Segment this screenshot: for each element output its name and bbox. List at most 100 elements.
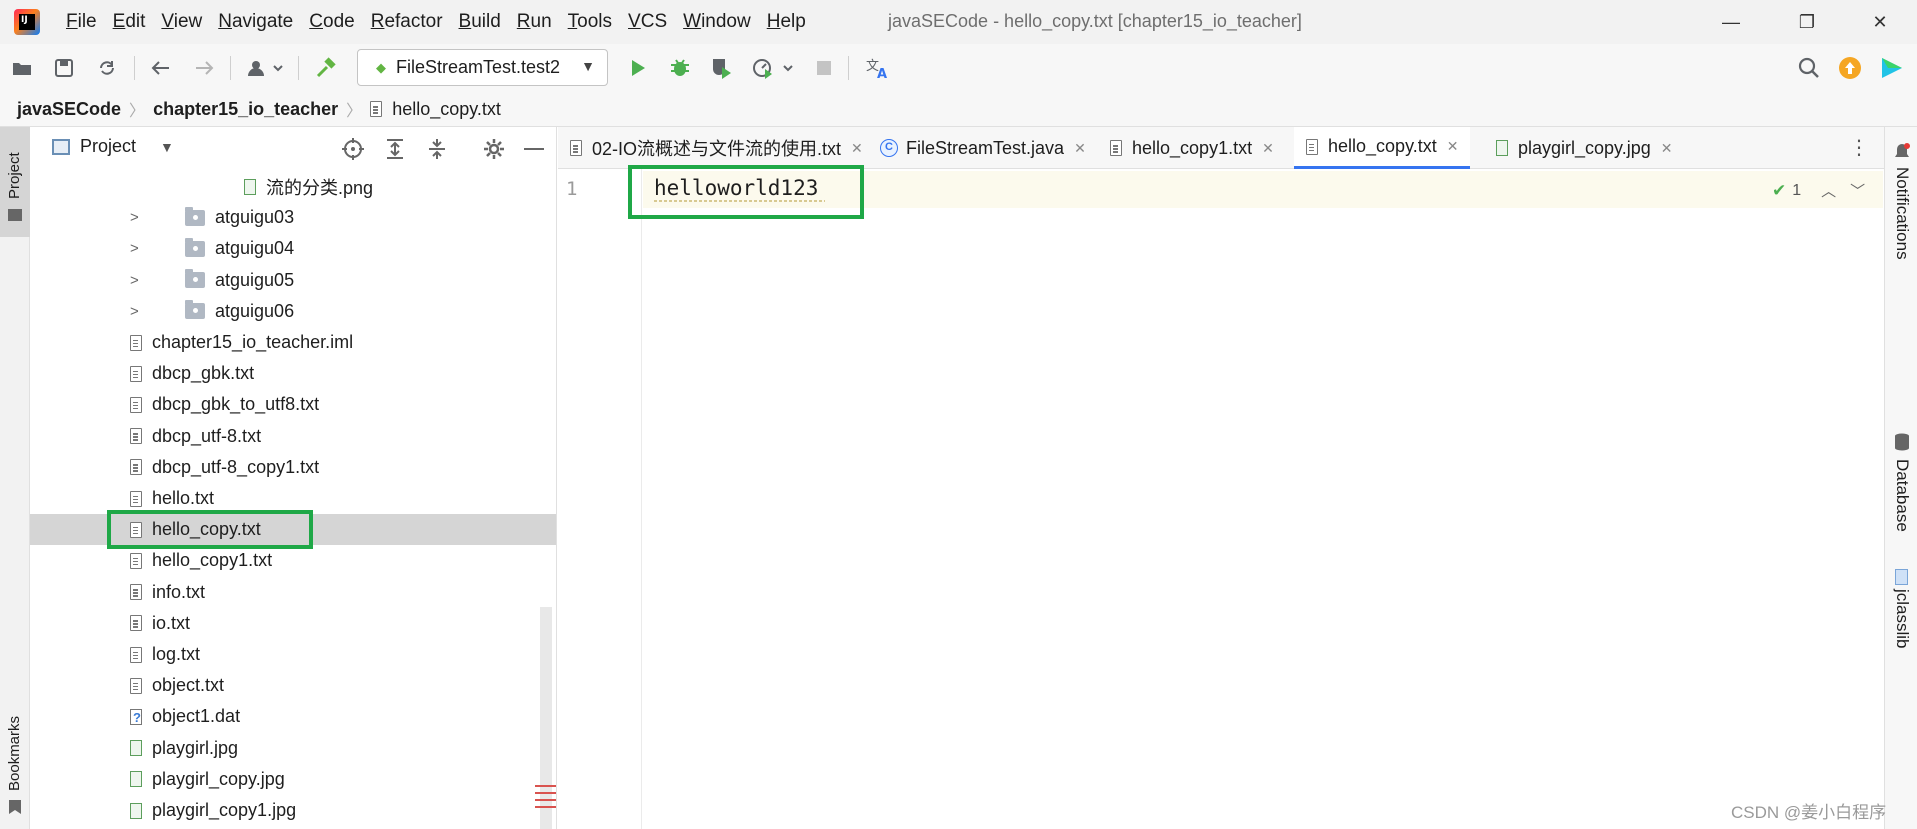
tree-item[interactable]: object1.dat <box>30 701 556 732</box>
editor-tab[interactable]: hello_copy1.txt ✕ <box>1110 127 1274 169</box>
folder-icon <box>8 209 22 221</box>
tree-item[interactable]: object.txt <box>30 670 556 701</box>
close-tab-icon[interactable]: ✕ <box>1447 138 1459 155</box>
chevron-right-icon[interactable]: > <box>130 272 139 289</box>
save-icon[interactable] <box>50 54 78 82</box>
close-tab-icon[interactable]: ✕ <box>1661 140 1673 157</box>
forward-icon[interactable] <box>190 54 218 82</box>
more-vertical-icon[interactable]: ⋮ <box>1849 138 1869 158</box>
tree-item[interactable]: dbcp_gbk.txt <box>30 358 556 389</box>
tree-item[interactable]: dbcp_gbk_to_utf8.txt <box>30 389 556 420</box>
text-file-icon <box>130 646 142 663</box>
editor-tab[interactable]: playgirl_copy.jpg ✕ <box>1496 127 1672 169</box>
editor-tab[interactable]: C FileStreamTest.java ✕ <box>880 127 1086 169</box>
menu-window[interactable]: Window <box>683 11 751 33</box>
tree-item[interactable]: chapter15_io_teacher.iml <box>30 327 556 358</box>
tree-item[interactable]: dbcp_utf-8_copy1.txt <box>30 452 556 483</box>
chevron-down-icon: ▼ <box>581 58 595 74</box>
folder-icon <box>185 300 205 320</box>
editor-tab[interactable]: 02-IO流概述与文件流的使用.txt ✕ <box>570 127 863 169</box>
chevron-up-icon[interactable]: ︿ <box>1821 180 1836 201</box>
minimize-button[interactable]: — <box>1701 6 1761 38</box>
inspection-widget[interactable]: ✔ 1 ︿ ﹀ <box>1772 180 1865 201</box>
database-label[interactable]: Database <box>1892 459 1912 532</box>
notifications-tool-button[interactable]: Notifications <box>1885 137 1917 307</box>
image-file-icon <box>244 178 256 195</box>
chevron-right-icon[interactable]: > <box>130 303 139 320</box>
bookmarks-tool-button[interactable]: Bookmarks <box>0 697 30 829</box>
project-panel-header: Project ▼ <box>30 127 556 169</box>
text-file-icon <box>130 459 142 476</box>
tree-item[interactable]: playgirl_copy.jpg <box>30 764 556 795</box>
tree-item[interactable]: hello_copy1.txt <box>30 545 556 576</box>
close-tab-icon[interactable]: ✕ <box>851 140 863 157</box>
tree-item[interactable]: > atguigu04 <box>30 233 556 264</box>
locate-icon[interactable] <box>341 137 365 161</box>
collapse-all-icon[interactable] <box>425 137 449 161</box>
build-icon[interactable] <box>312 54 340 82</box>
menu-navigate[interactable]: Navigate <box>218 11 293 33</box>
menu-tools[interactable]: Tools <box>568 11 612 33</box>
chevron-right-icon: 〉 <box>346 103 363 120</box>
close-tab-icon[interactable]: ✕ <box>1262 140 1274 157</box>
breadcrumb: javaSECode 〉 chapter15_io_teacher 〉 hell… <box>0 92 1917 127</box>
menu-build[interactable]: Build <box>459 11 501 33</box>
stop-icon[interactable] <box>810 54 838 82</box>
profile-icon[interactable] <box>750 54 798 82</box>
expand-all-icon[interactable] <box>383 137 407 161</box>
menu-refactor[interactable]: Refactor <box>371 11 443 33</box>
tree-item[interactable]: info.txt <box>30 577 556 608</box>
tree-item[interactable]: > atguigu06 <box>30 296 556 327</box>
database-tool-button[interactable] <box>1885 307 1917 451</box>
tree-item[interactable]: io.txt <box>30 608 556 639</box>
tree-item-label: atguigu03 <box>215 207 295 228</box>
project-view-selector[interactable]: Project ▼ <box>52 136 174 157</box>
menu-run[interactable]: Run <box>517 11 552 33</box>
jclasslib-label[interactable]: jclasslib <box>1892 589 1912 649</box>
tree-item[interactable]: > atguigu03 <box>30 202 556 233</box>
back-icon[interactable] <box>147 54 175 82</box>
plugin-icon[interactable] <box>1878 54 1906 82</box>
editor-tab-bar: 02-IO流概述与文件流的使用.txt ✕ C FileStreamTest.java… <box>558 127 1884 169</box>
breadcrumb-module[interactable]: chapter15_io_teacher <box>153 99 338 120</box>
user-icon[interactable] <box>243 54 289 82</box>
breadcrumb-file[interactable]: hello_copy.txt <box>392 99 501 120</box>
title-bar: IJ File Edit View Navigate Code Refactor Build… <box>0 0 1917 44</box>
menu-file[interactable]: File <box>66 11 97 33</box>
menu-help[interactable]: Help <box>767 11 806 33</box>
run-configuration-select[interactable]: ◆ FileStreamTest.test2 ▼ <box>357 49 608 86</box>
tree-item[interactable]: > atguigu05 <box>30 265 556 296</box>
chevron-right-icon[interactable]: > <box>130 240 139 257</box>
menu-edit[interactable]: Edit <box>113 11 146 33</box>
restore-button[interactable]: ❐ <box>1777 6 1837 38</box>
coverage-icon[interactable] <box>708 54 736 82</box>
sync-icon[interactable] <box>93 54 121 82</box>
close-window-button[interactable]: ✕ <box>1850 6 1910 38</box>
search-icon[interactable] <box>1795 54 1823 82</box>
chevron-down-icon[interactable]: ﹀ <box>1850 180 1865 201</box>
tree-item[interactable]: playgirl_copy1.jpg <box>30 795 556 826</box>
breadcrumb-project[interactable]: javaSECode <box>17 99 121 120</box>
intellij-logo-icon: IJ <box>14 9 40 35</box>
open-folder-icon[interactable] <box>8 54 36 82</box>
text-file-icon <box>370 101 383 117</box>
tree-item[interactable]: 流的分类.png <box>30 171 556 202</box>
tree-item[interactable]: log.txt <box>30 639 556 670</box>
debug-icon[interactable] <box>666 54 694 82</box>
menu-code[interactable]: Code <box>309 11 354 33</box>
update-icon[interactable] <box>1836 54 1864 82</box>
tree-item[interactable]: dbcp_utf-8.txt <box>30 421 556 452</box>
project-tool-button[interactable]: Project <box>0 127 30 237</box>
gear-icon[interactable] <box>482 137 506 161</box>
menu-vcs[interactable]: VCS <box>628 11 667 33</box>
hide-panel-icon[interactable] <box>522 137 546 161</box>
menu-view[interactable]: View <box>161 11 202 33</box>
translate-icon[interactable]: 文A <box>864 54 892 82</box>
text-file-icon <box>130 615 142 632</box>
tree-item[interactable]: playgirl.jpg <box>30 733 556 764</box>
run-icon[interactable] <box>624 54 652 82</box>
editor-tab[interactable]: hello_copy.txt ✕ <box>1294 127 1471 169</box>
chevron-right-icon[interactable]: > <box>130 209 139 226</box>
close-tab-icon[interactable]: ✕ <box>1074 140 1086 157</box>
text-file-icon <box>130 677 142 694</box>
